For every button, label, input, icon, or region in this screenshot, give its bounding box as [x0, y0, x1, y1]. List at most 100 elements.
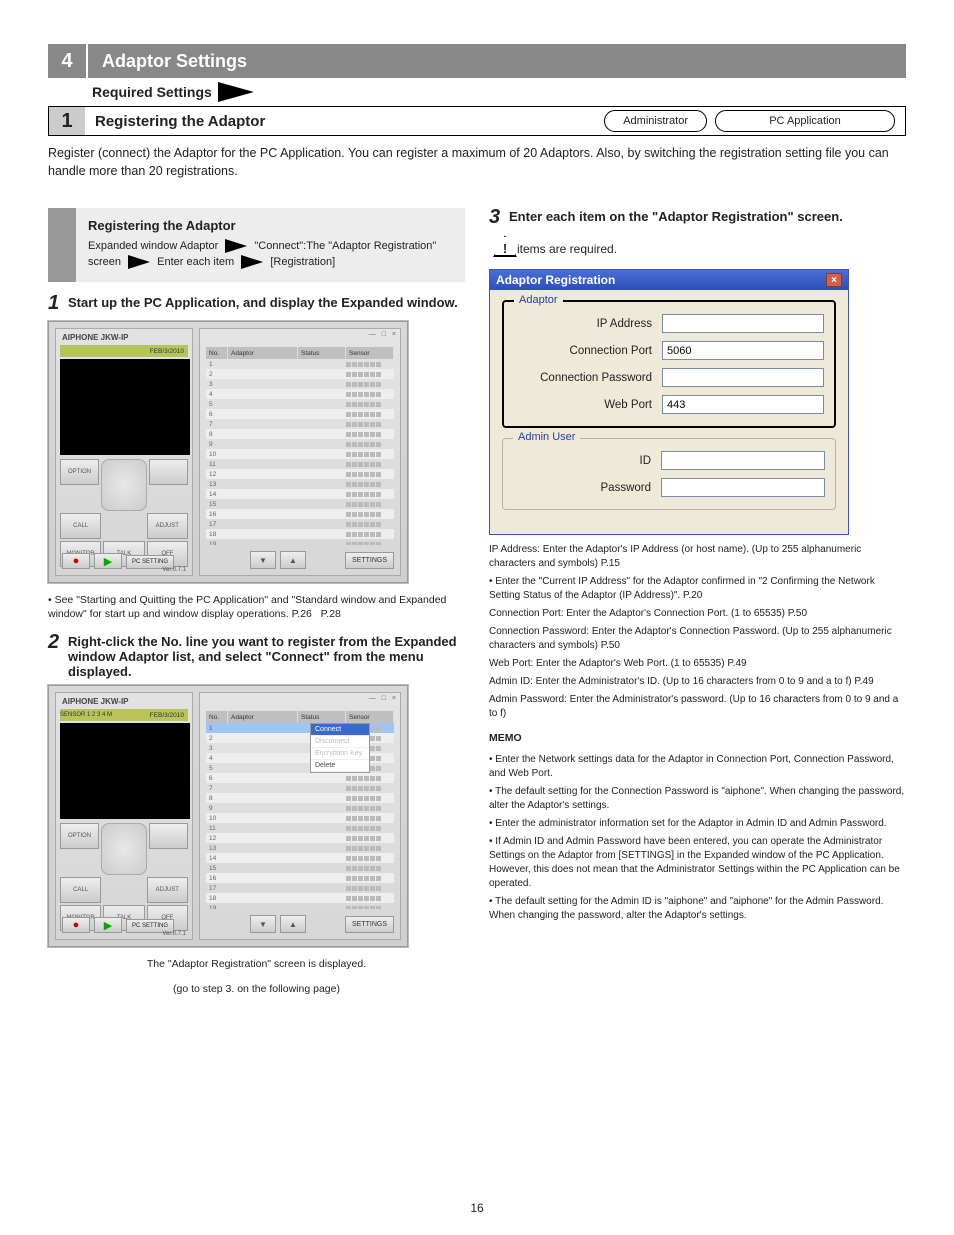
arrow-right-icon — [218, 82, 254, 102]
play-button[interactable]: ▶ — [94, 553, 122, 569]
warning-icon — [493, 235, 517, 257]
list-item[interactable]: 15 — [206, 499, 394, 509]
admin-fieldset: Admin User ID Password — [502, 438, 836, 510]
dpad[interactable] — [101, 823, 147, 875]
connection-port-label: Connection Port — [514, 345, 662, 357]
list-item[interactable]: 12 — [206, 833, 394, 843]
settings-button[interactable]: SETTINGS — [345, 916, 394, 933]
list-item[interactable]: 19 — [206, 903, 394, 909]
ctx-disconnect[interactable]: Disconnect — [311, 736, 369, 748]
web-port-input[interactable] — [662, 395, 824, 414]
list-item[interactable]: 8 — [206, 793, 394, 803]
list-item[interactable]: 4 — [206, 389, 394, 399]
dialog-titlebar: Adaptor Registration × — [490, 270, 848, 290]
video-area — [60, 723, 190, 819]
list-item[interactable]: 14 — [206, 853, 394, 863]
list-item[interactable]: 16 — [206, 873, 394, 883]
list-item[interactable]: 8 — [206, 429, 394, 439]
key-button[interactable] — [149, 823, 188, 849]
list-item[interactable]: 13 — [206, 479, 394, 489]
section-number: 4 — [48, 44, 86, 78]
list-item[interactable]: 11 — [206, 823, 394, 833]
key-button[interactable] — [149, 459, 188, 485]
version-label: Ver.0.7.1 — [162, 931, 186, 937]
admin-legend: Admin User — [513, 431, 580, 443]
adaptor-list[interactable]: 1234567891011121314151617181920 — [206, 359, 394, 545]
list-item[interactable]: 18 — [206, 529, 394, 539]
window-controls[interactable]: — □ × — [369, 331, 398, 338]
call-button[interactable]: CALL — [60, 513, 101, 539]
connection-password-label: Connection Password — [514, 372, 662, 384]
record-button[interactable]: ● — [62, 917, 90, 933]
step-1: 1 Start up the PC Application, and displ… — [48, 292, 465, 315]
field-descriptions: IP Address: Enter the Adaptor's IP Addre… — [489, 543, 906, 721]
settings-button[interactable]: SETTINGS — [345, 552, 394, 569]
ctx-encrypt[interactable]: Encryption Key — [311, 748, 369, 760]
dpad[interactable] — [101, 459, 147, 511]
app-screenshot-1: AIPHONE JKW-IP FEB/3/2010 OPTION CALL AD… — [48, 321, 408, 583]
close-icon[interactable]: × — [826, 273, 842, 287]
window-controls[interactable]: — □ × — [369, 695, 398, 702]
list-item[interactable]: 17 — [206, 883, 394, 893]
scroll-up-button[interactable]: ▲ — [280, 551, 306, 569]
list-item[interactable]: 7 — [206, 783, 394, 793]
adjust-button[interactable]: ADJUST — [147, 513, 188, 539]
pill-administrator: Administrator — [604, 110, 707, 132]
ctx-connect[interactable]: Connect — [311, 724, 369, 736]
list-item[interactable]: 14 — [206, 489, 394, 499]
procedure-block: Registering the Adaptor Expanded window … — [48, 208, 465, 282]
page-number: 16 — [0, 1201, 954, 1215]
procedure-flow: Expanded window Adaptor "Connect":The "A… — [88, 239, 453, 270]
connection-port-input[interactable] — [662, 341, 824, 360]
required-settings-row: Required Settings — [92, 82, 906, 102]
admin-id-label: ID — [513, 455, 661, 467]
call-button[interactable]: CALL — [60, 877, 101, 903]
play-button[interactable]: ▶ — [94, 917, 122, 933]
scroll-down-button[interactable]: ▼ — [250, 915, 276, 933]
ip-address-input[interactable] — [662, 314, 824, 333]
list-item[interactable]: 13 — [206, 843, 394, 853]
list-item[interactable]: 7 — [206, 419, 394, 429]
app-screenshot-2: AIPHONE JKW-IP SENSOR 1 2 3 4 M FEB/3/20… — [48, 685, 408, 947]
admin-password-input[interactable] — [661, 478, 825, 497]
list-item[interactable]: 9 — [206, 439, 394, 449]
option-button[interactable]: OPTION — [60, 459, 99, 485]
list-item[interactable]: 10 — [206, 449, 394, 459]
procedure-title: Registering the Adaptor — [88, 218, 453, 233]
version-label: Ver.0.7.1 — [162, 567, 186, 573]
record-button[interactable]: ● — [62, 553, 90, 569]
arrow-right-icon — [225, 239, 247, 253]
arrow-right-icon — [241, 255, 263, 269]
scroll-down-button[interactable]: ▼ — [250, 551, 276, 569]
ctx-delete[interactable]: Delete — [311, 760, 369, 772]
list-item[interactable]: 3 — [206, 379, 394, 389]
list-item[interactable]: 2 — [206, 369, 394, 379]
scroll-up-button[interactable]: ▲ — [280, 915, 306, 933]
step2-after: The "Adaptor Registration" screen is dis… — [48, 957, 465, 971]
list-item[interactable]: 18 — [206, 893, 394, 903]
list-item[interactable]: 6 — [206, 773, 394, 783]
list-item[interactable]: 5 — [206, 399, 394, 409]
required-note: items are required. — [517, 242, 617, 256]
dialog-title: Adaptor Registration — [496, 273, 615, 287]
pill-pc-application: PC Application — [715, 110, 895, 132]
list-item[interactable]: 12 — [206, 469, 394, 479]
list-item[interactable]: 1 — [206, 359, 394, 369]
admin-id-input[interactable] — [661, 451, 825, 470]
list-item[interactable]: 6 — [206, 409, 394, 419]
list-item[interactable]: 16 — [206, 509, 394, 519]
list-item[interactable]: 11 — [206, 459, 394, 469]
list-item[interactable]: 10 — [206, 813, 394, 823]
adaptor-legend: Adaptor — [514, 294, 563, 306]
context-menu[interactable]: Connect Disconnect Encryption Key Delete — [310, 723, 370, 773]
list-item[interactable]: 17 — [206, 519, 394, 529]
option-button[interactable]: OPTION — [60, 823, 99, 849]
list-item[interactable]: 9 — [206, 803, 394, 813]
list-item[interactable]: 19 — [206, 539, 394, 545]
adjust-button[interactable]: ADJUST — [147, 877, 188, 903]
list-item[interactable]: 15 — [206, 863, 394, 873]
step-title: Registering the Adaptor — [95, 113, 265, 130]
web-port-label: Web Port — [514, 399, 662, 411]
connection-password-input[interactable] — [662, 368, 824, 387]
step-3: 3 Enter each item on the "Adaptor Regist… — [489, 206, 906, 229]
